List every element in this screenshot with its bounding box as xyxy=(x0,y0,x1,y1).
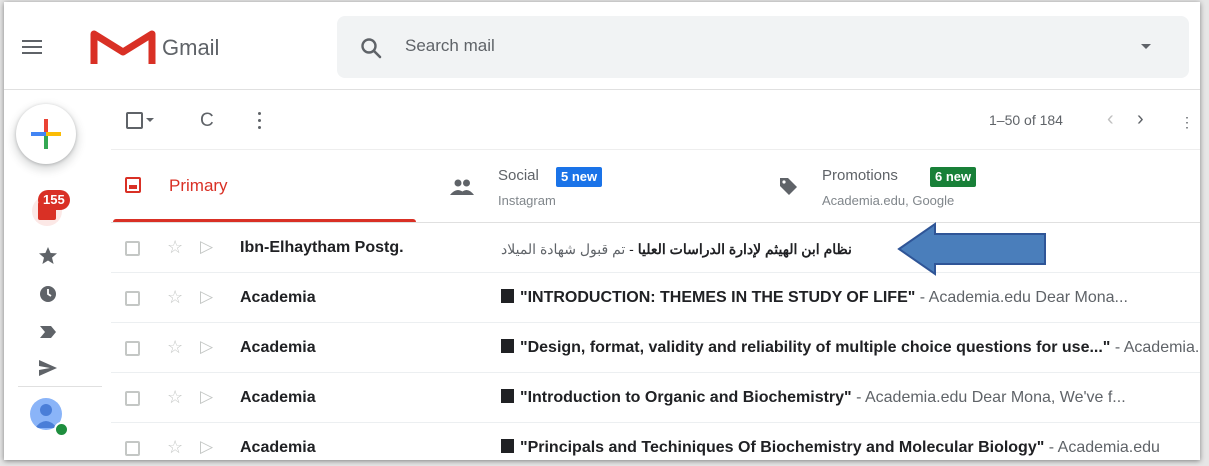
rail-divider xyxy=(18,386,102,387)
search-icon[interactable] xyxy=(359,36,383,60)
snoozed-clock-icon[interactable] xyxy=(38,284,58,304)
email-subject-bold: "INTRODUCTION: THEMES IN THE STUDY OF LI… xyxy=(520,289,916,306)
email-subject-bold: "Principals and Techiniques Of Biochemis… xyxy=(520,439,1045,456)
importance-marker-icon[interactable]: ▷ xyxy=(200,287,213,307)
gmail-logo-icon[interactable] xyxy=(90,26,156,66)
newer-chevron-left-icon[interactable]: ‹ xyxy=(1107,108,1114,131)
email-sender: Academia xyxy=(240,339,316,356)
sent-icon[interactable] xyxy=(38,358,58,378)
importance-marker-icon[interactable]: ▷ xyxy=(200,437,213,457)
compose-plus-icon xyxy=(31,119,61,149)
row-checkbox[interactable] xyxy=(125,441,140,456)
email-snippet: - Academia.edu xyxy=(1044,439,1160,456)
email-snippet: - Academia.edu xyxy=(1114,339,1200,356)
email-subject-bold: "Introduction to Organic and Biochemistr… xyxy=(520,389,852,406)
importance-marker-icon[interactable]: ▷ xyxy=(200,237,213,257)
social-new-badge: 5 new xyxy=(556,167,603,187)
tab-primary[interactable]: Primary xyxy=(111,150,418,222)
star-icon[interactable]: ☆ xyxy=(167,387,183,408)
important-label-icon[interactable] xyxy=(38,322,58,342)
tab-social[interactable]: Social 5 new Instagram xyxy=(418,150,742,222)
email-subject: نظام ابن الهيثم لإدارة الدراسات العليا -… xyxy=(501,241,852,258)
gmail-window: Gmail 155 xyxy=(4,2,1200,460)
email-snippet: - Academia.edu Dear Mona... xyxy=(915,289,1128,306)
email-subject: "INTRODUCTION: THEMES IN THE STUDY OF LI… xyxy=(501,289,1200,307)
email-subject: "Principals and Techiniques Of Biochemis… xyxy=(501,439,1200,457)
main-menu-icon[interactable] xyxy=(22,40,42,54)
starred-icon[interactable] xyxy=(38,246,58,266)
email-subject: "Design, format, validity and reliabilit… xyxy=(501,339,1200,357)
input-tools-icon[interactable]: ⋮ xyxy=(1180,114,1194,131)
tab-promotions-label: Promotions xyxy=(822,167,898,184)
email-subject: "Introduction to Organic and Biochemistr… xyxy=(501,389,1200,407)
refresh-icon[interactable]: C xyxy=(200,110,214,132)
row-checkbox[interactable] xyxy=(125,341,140,356)
star-icon[interactable]: ☆ xyxy=(167,237,183,258)
search-input[interactable] xyxy=(405,32,1105,60)
tab-social-senders: Instagram xyxy=(498,193,556,208)
email-row[interactable]: ☆ ▷ Academia "Design, format, validity a… xyxy=(111,323,1200,373)
tag-icon xyxy=(780,178,797,195)
header-divider xyxy=(4,89,1200,90)
email-sender: Academia xyxy=(240,289,316,306)
subject-separator: - xyxy=(625,241,638,257)
row-checkbox[interactable] xyxy=(125,291,140,306)
email-sender: Ibn-Elhaytham Postg. xyxy=(240,239,404,256)
select-all-checkbox[interactable] xyxy=(126,112,143,129)
document-icon xyxy=(501,389,514,403)
tab-promotions[interactable]: Promotions 6 new Academia.edu, Google xyxy=(742,150,1092,222)
email-snippet: تم قبول شهادة الميلاد xyxy=(501,241,626,257)
document-icon xyxy=(501,289,514,303)
document-icon xyxy=(501,439,514,453)
tab-promotions-senders: Academia.edu, Google xyxy=(822,193,955,208)
inbox-unread-badge: 155 xyxy=(38,190,70,210)
search-bar[interactable] xyxy=(337,16,1189,78)
email-row[interactable]: ☆ ▷ Academia "Principals and Techiniques… xyxy=(111,423,1200,460)
tab-social-label: Social xyxy=(498,167,539,184)
importance-marker-icon[interactable]: ▷ xyxy=(200,337,213,357)
email-row[interactable]: ☆ ▷ Academia "Introduction to Organic an… xyxy=(111,373,1200,423)
star-icon[interactable]: ☆ xyxy=(167,437,183,458)
older-chevron-right-icon[interactable]: › xyxy=(1137,108,1144,131)
star-icon[interactable]: ☆ xyxy=(167,287,183,308)
email-subject-bold: نظام ابن الهيثم لإدارة الدراسات العليا xyxy=(637,241,852,257)
annotation-arrow-left-icon xyxy=(897,222,1046,276)
tab-primary-label: Primary xyxy=(169,176,228,195)
row-checkbox[interactable] xyxy=(125,241,140,256)
importance-marker-icon[interactable]: ▷ xyxy=(200,387,213,407)
online-status-dot xyxy=(54,422,69,437)
email-subject-bold: "Design, format, validity and reliabilit… xyxy=(520,339,1111,356)
promotions-new-badge: 6 new xyxy=(930,167,977,187)
select-chevron-down-icon[interactable] xyxy=(146,118,154,122)
pagination-text: 1–50 of 184 xyxy=(989,112,1063,128)
inbox-tab-icon xyxy=(125,177,141,193)
compose-button[interactable] xyxy=(16,104,76,164)
app-name: Gmail xyxy=(162,35,220,60)
people-icon xyxy=(450,179,474,195)
row-checkbox[interactable] xyxy=(125,391,140,406)
email-row[interactable]: ☆ ▷ Academia "INTRODUCTION: THEMES IN TH… xyxy=(111,273,1200,323)
more-options-icon[interactable] xyxy=(258,110,262,130)
email-snippet: - Academia.edu Dear Mona, We've f... xyxy=(851,389,1126,406)
email-sender: Academia xyxy=(240,439,316,456)
star-icon[interactable]: ☆ xyxy=(167,337,183,358)
document-icon xyxy=(501,339,514,353)
email-sender: Academia xyxy=(240,389,316,406)
search-options-chevron-down-icon[interactable] xyxy=(1141,44,1151,49)
